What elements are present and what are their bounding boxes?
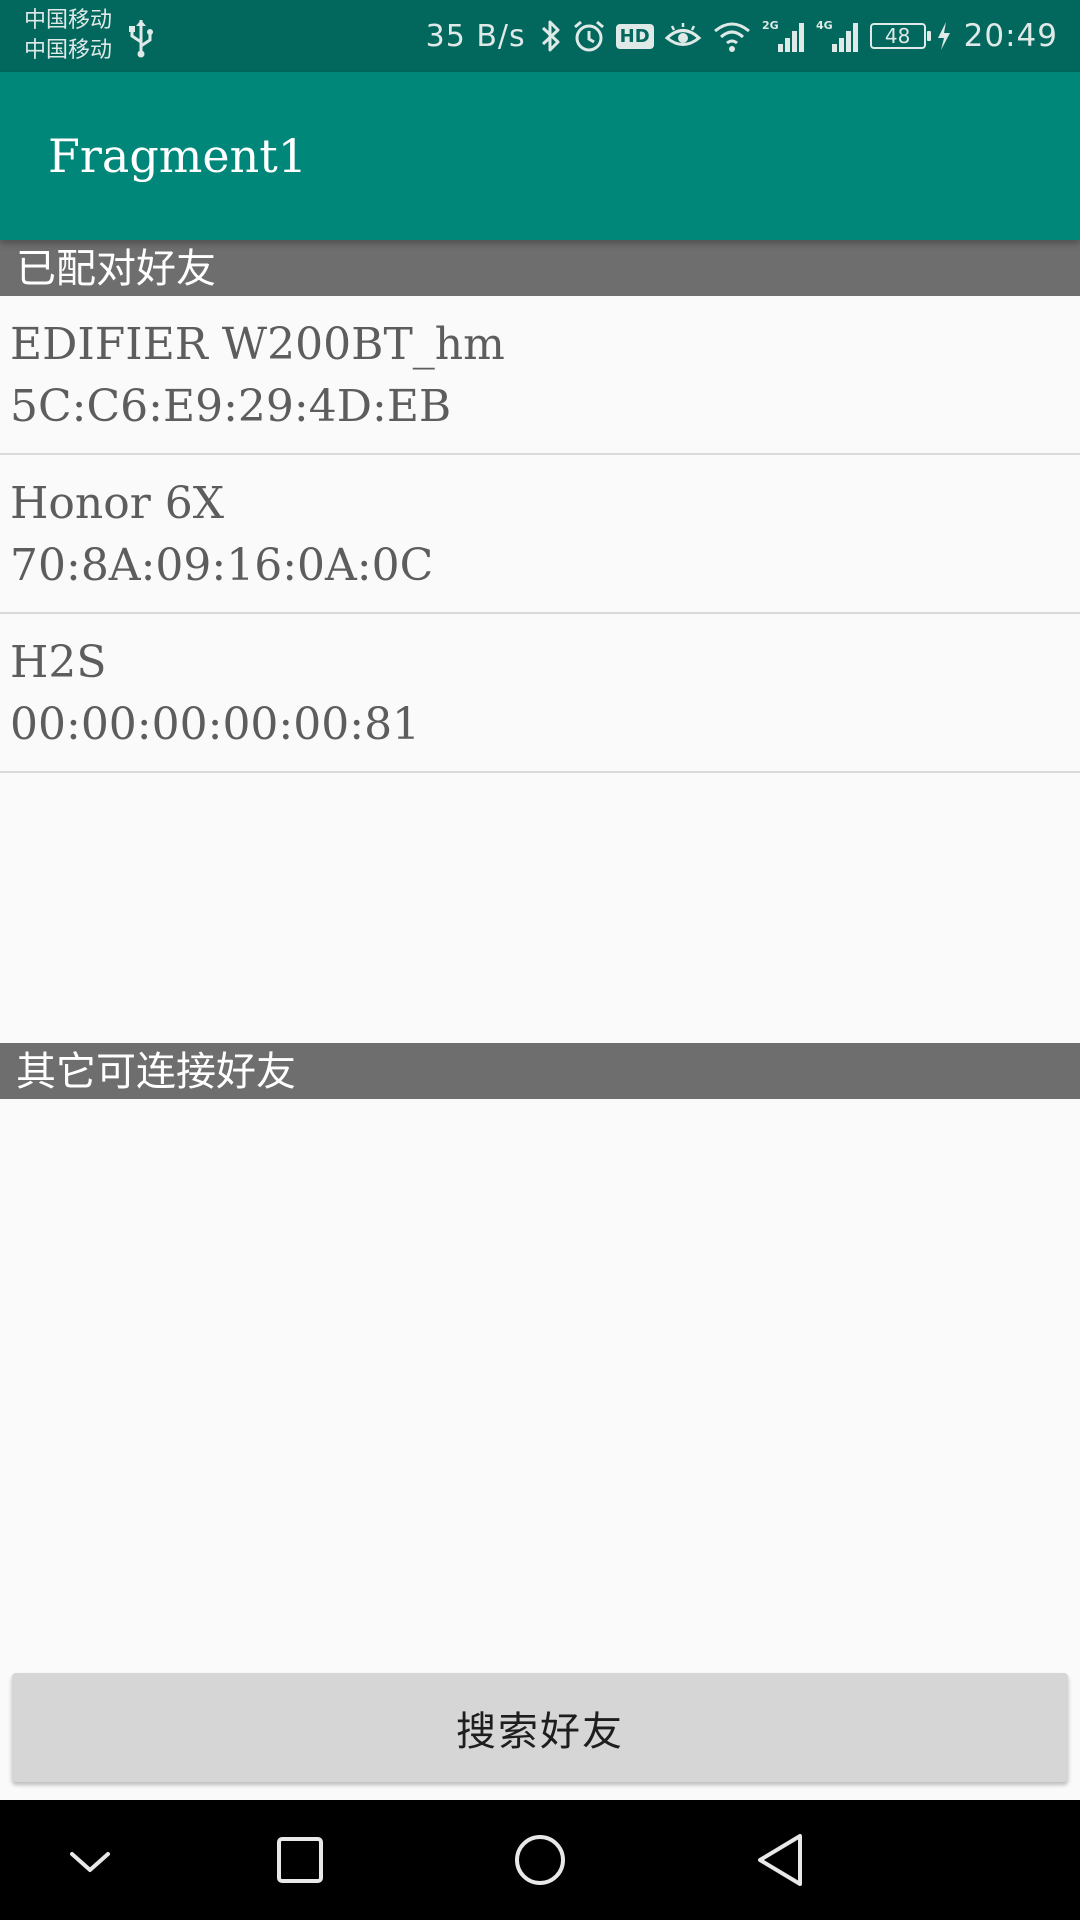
device-name: EDIFIER W200BT_hm [10,319,505,370]
list-item[interactable]: Honor 6X 70:8A:09:16:0A:0C [0,455,1080,614]
hd-icon: HD [615,23,654,49]
charging-icon [937,22,950,50]
battery-icon: 48 [869,23,931,49]
home-icon[interactable] [500,1820,580,1900]
device-name: Honor 6X [10,478,225,529]
device-address: 70:8A:09:16:0A:0C [10,540,434,591]
clock: 20:49 [963,18,1058,54]
device-name: H2S [10,637,107,688]
search-friends-button[interactable]: 搜索好友 [12,1673,1068,1782]
signal-4g-icon: 4G [816,19,858,52]
eye-icon [664,23,701,46]
usb-icon [129,20,153,58]
page-title: Fragment1 [48,129,307,183]
device-address: 00:00:00:00:00:81 [10,699,421,750]
paired-device-list: EDIFIER W200BT_hm 5C:C6:E9:29:4D:EB Hono… [0,296,1080,773]
wifi-icon [713,22,750,52]
signal-2g-icon: 2G [762,19,804,52]
chevron-down-icon[interactable] [50,1820,130,1900]
signal-4g-label: 4G [816,19,833,32]
list-item[interactable]: H2S 00:00:00:00:00:81 [0,614,1080,773]
list-item[interactable]: EDIFIER W200BT_hm 5C:C6:E9:29:4D:EB [0,296,1080,455]
battery-level: 48 [884,24,911,48]
status-icons: 35 B/s HD 2G 4G 48 20:49 [426,0,1058,72]
net-speed: 35 B/s [425,18,526,54]
back-icon[interactable] [740,1820,820,1900]
device-address: 5C:C6:E9:29:4D:EB [10,381,452,432]
other-section-header: 其它可连接好友 [0,1043,1080,1099]
alarm-icon [573,20,604,52]
navigation-bar [0,1800,1080,1920]
recent-apps-icon[interactable] [260,1820,340,1900]
bluetooth-icon [541,20,560,52]
app-bar: Fragment1 [0,72,1080,240]
carrier-2: 中国移动 [24,38,113,63]
carrier-labels: 中国移动 中国移动 [24,6,112,66]
status-bar: 中国移动 中国移动 35 B/s HD 2G 4G 48 20:49 [0,0,1080,72]
paired-section-header: 已配对好友 [0,240,1080,296]
signal-2g-label: 2G [762,19,779,32]
carrier-1: 中国移动 [24,8,113,33]
